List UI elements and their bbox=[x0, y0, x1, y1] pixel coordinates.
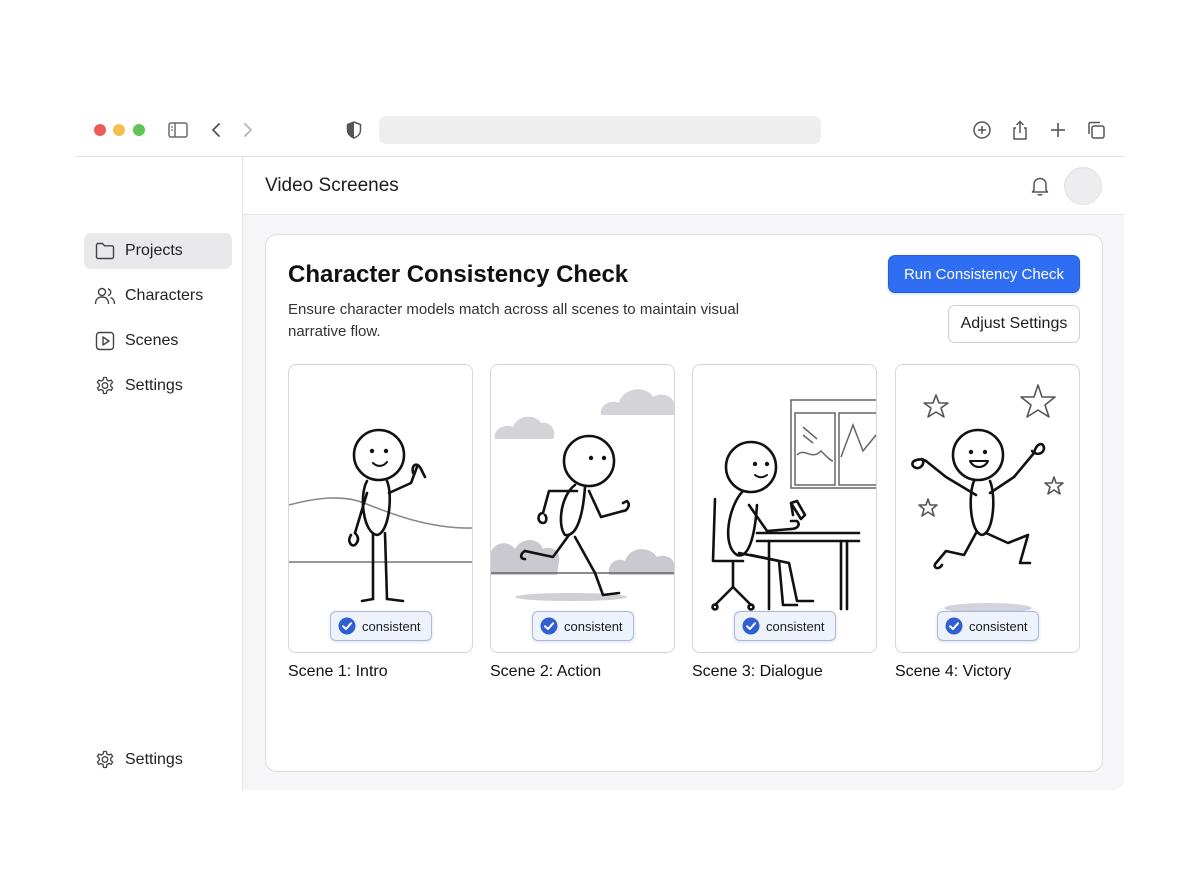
scene-title: Scene 1: Intro bbox=[288, 663, 388, 680]
sidebar-footer-settings[interactable]: Settings bbox=[84, 742, 232, 778]
avatar[interactable] bbox=[1064, 167, 1102, 205]
check-circle-icon bbox=[742, 617, 760, 635]
sidebar-item-label: Projects bbox=[125, 242, 183, 259]
card-title: Character Consistency Check bbox=[288, 261, 629, 288]
tabs-overview-icon[interactable] bbox=[1084, 118, 1108, 142]
new-tab-icon[interactable] bbox=[1046, 118, 1070, 142]
check-circle-icon bbox=[540, 617, 558, 635]
status-label: consistent bbox=[766, 618, 825, 634]
check-circle-icon bbox=[945, 617, 963, 635]
sidebar-item-label: Settings bbox=[125, 377, 183, 394]
scene-card-dialogue[interactable]: consistent Scene 3: Dialogue bbox=[692, 364, 877, 681]
scene-title: Scene 3: Dialogue bbox=[692, 663, 823, 680]
scene-illustration-running bbox=[491, 389, 674, 601]
sidebar-item-label: Settings bbox=[125, 751, 183, 768]
consistency-check-card: Character Consistency Check Ensure chara… bbox=[265, 234, 1103, 772]
maximize-window-button[interactable] bbox=[133, 124, 145, 136]
run-consistency-check-button[interactable]: Run Consistency Check bbox=[888, 255, 1080, 293]
card-description: Ensure character models match across all… bbox=[288, 301, 740, 340]
status-badge: consistent bbox=[734, 611, 836, 641]
main-content: Character Consistency Check Ensure chara… bbox=[243, 215, 1124, 790]
scene-card-action[interactable]: consistent Scene 2: Action bbox=[490, 364, 675, 681]
address-bar[interactable] bbox=[379, 116, 821, 144]
sidebar-item-scenes[interactable]: Scenes bbox=[84, 323, 232, 359]
sidebar: Projects Characters Scenes Settings Sett… bbox=[76, 157, 243, 790]
sidebar-item-characters[interactable]: Characters bbox=[84, 278, 232, 314]
minimize-window-button[interactable] bbox=[113, 124, 125, 136]
play-icon bbox=[94, 330, 116, 352]
folder-icon bbox=[94, 240, 116, 262]
scene-thumbnail[interactable]: consistent bbox=[692, 364, 877, 653]
bell-icon[interactable] bbox=[1028, 174, 1052, 198]
back-icon[interactable] bbox=[204, 118, 228, 142]
close-window-button[interactable] bbox=[94, 124, 106, 136]
download-icon[interactable] bbox=[970, 118, 994, 142]
scene-thumbnail[interactable]: consistent bbox=[490, 364, 675, 653]
share-icon[interactable] bbox=[1008, 118, 1032, 142]
status-badge: consistent bbox=[937, 611, 1039, 641]
status-badge: consistent bbox=[532, 611, 634, 641]
sidebar-item-label: Scenes bbox=[125, 332, 179, 349]
adjust-settings-button[interactable]: Adjust Settings bbox=[948, 305, 1080, 343]
status-badge: consistent bbox=[330, 611, 432, 641]
gear-icon bbox=[94, 749, 116, 771]
app-header: Video Screenes bbox=[243, 157, 1124, 215]
forward-icon[interactable] bbox=[236, 118, 260, 142]
scene-card-victory[interactable]: consistent Scene 4: Victory bbox=[895, 364, 1080, 681]
users-icon bbox=[94, 285, 116, 307]
status-label: consistent bbox=[969, 618, 1028, 634]
scene-title: Scene 4: Victory bbox=[895, 663, 1012, 680]
scene-illustration-waving bbox=[289, 428, 472, 603]
browser-toolbar bbox=[76, 104, 1124, 157]
shield-icon[interactable] bbox=[342, 118, 366, 142]
sidebar-item-settings[interactable]: Settings bbox=[84, 368, 232, 404]
scene-thumbnail[interactable]: consistent bbox=[288, 364, 473, 653]
page-title: Video Screenes bbox=[265, 175, 399, 196]
status-label: consistent bbox=[362, 618, 421, 634]
sidebar-item-projects[interactable]: Projects bbox=[84, 233, 232, 269]
sidebar-item-label: Characters bbox=[125, 287, 204, 304]
scene-illustration-desk bbox=[711, 399, 876, 611]
browser-window: Projects Characters Scenes Settings Sett… bbox=[76, 104, 1124, 790]
scene-card-intro[interactable]: consistent Scene 1: Intro bbox=[288, 364, 473, 681]
gear-icon bbox=[94, 375, 116, 397]
scene-thumbnail[interactable]: consistent bbox=[895, 364, 1080, 653]
check-circle-icon bbox=[338, 617, 356, 635]
sidebar-toggle-icon[interactable] bbox=[166, 118, 190, 142]
scene-illustration-jumping bbox=[911, 384, 1064, 613]
scene-title: Scene 2: Action bbox=[490, 663, 602, 680]
status-label: consistent bbox=[564, 618, 623, 634]
